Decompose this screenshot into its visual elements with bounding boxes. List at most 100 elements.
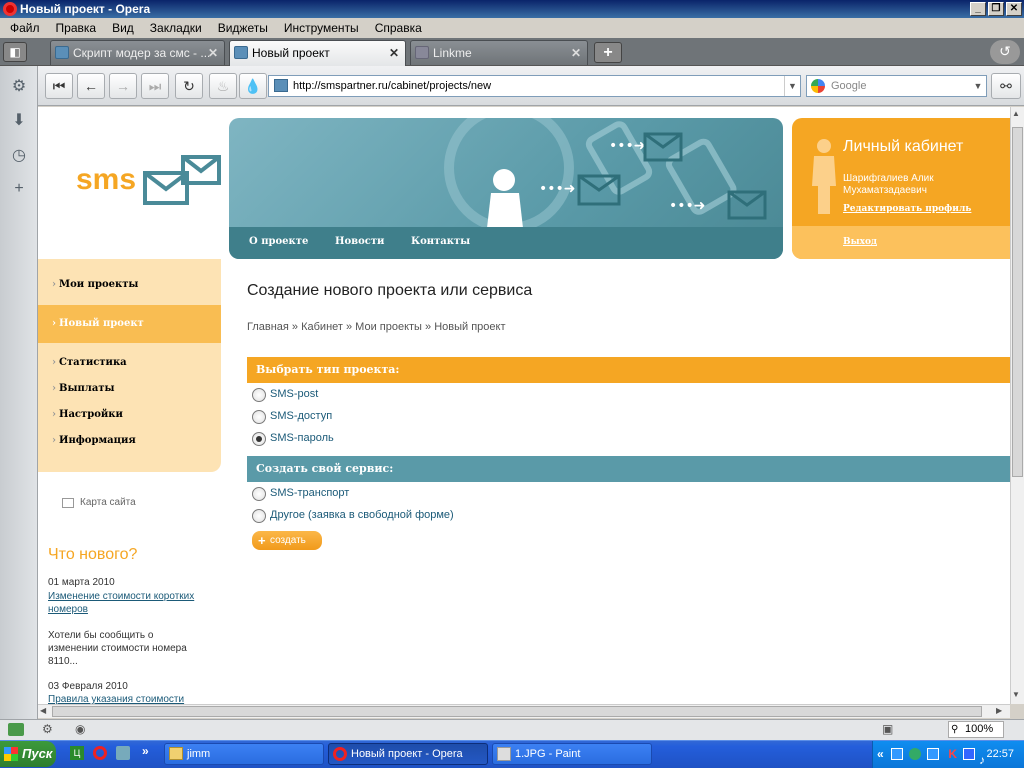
task-opera[interactable]: Новый проект - Opera — [328, 743, 488, 765]
menu-bookmarks[interactable]: Закладки — [142, 21, 210, 35]
opera-quicklaunch-icon[interactable] — [93, 746, 107, 760]
option-label[interactable]: SMS-post — [270, 388, 318, 400]
svg-text:•••➜: •••➜ — [669, 198, 706, 214]
forward-icon[interactable]: → — [109, 73, 137, 99]
tray-app-icon[interactable] — [909, 748, 921, 760]
menu-settings[interactable]: Настройки — [38, 402, 221, 428]
menu-edit[interactable]: Правка — [48, 21, 105, 35]
sitemap-link[interactable]: Карта сайта — [80, 497, 136, 508]
close-tab-icon[interactable]: ✕ — [571, 41, 581, 65]
breadcrumb[interactable]: Главная » Кабинет » Мои проекты » Новый … — [247, 321, 505, 333]
settings-gear-icon[interactable]: ⚙ — [6, 74, 32, 100]
option-label[interactable]: Другое (заявка в свободной форме) — [270, 509, 454, 521]
tray-network2-icon[interactable] — [927, 748, 939, 760]
banner-illustration: •••➜ •••➜ •••➜ — [444, 118, 767, 228]
unite-icon[interactable]: ⚙ — [42, 722, 53, 736]
zoom-control[interactable]: ⚲ 100% — [948, 721, 1004, 738]
scroll-right-icon[interactable]: ▶ — [996, 706, 1002, 715]
rewind-icon[interactable]: ⏮ — [45, 73, 73, 99]
page-content: sms partner •••➜ •••➜ •••➜ О проекте Нов… — [38, 107, 1010, 704]
horizontal-scrollbar[interactable]: ◀ ▶ — [38, 704, 1010, 718]
start-button[interactable]: Пуск — [0, 741, 56, 767]
quicklaunch-more-icon[interactable]: » — [142, 744, 149, 758]
network-icon[interactable]: ◉ — [75, 722, 85, 736]
user-silhouette-icon — [812, 139, 836, 214]
news-link[interactable]: Изменение стоимости коротких номеров — [48, 590, 218, 616]
menu-statistics[interactable]: Статистика — [38, 350, 221, 376]
quicklaunch-icon[interactable]: Ц — [70, 746, 84, 760]
minimize-button[interactable]: _ — [970, 2, 986, 16]
close-tab-icon[interactable]: ✕ — [208, 41, 218, 65]
turbo-icon[interactable] — [8, 723, 24, 736]
menu-payouts[interactable]: Выплаты — [38, 376, 221, 402]
task-jimm[interactable]: jimm — [164, 743, 324, 765]
new-tab-button[interactable]: + — [594, 42, 622, 63]
menu-view[interactable]: Вид — [104, 21, 142, 35]
address-dropdown-icon[interactable]: ▼ — [784, 76, 800, 96]
logout-link[interactable]: Выход — [843, 237, 877, 247]
menu-new-project[interactable]: Новый проект — [38, 305, 221, 343]
tray-expand-icon[interactable]: « — [877, 741, 884, 767]
menu-information[interactable]: Информация — [38, 428, 221, 454]
task-label: Новый проект - Opera — [351, 748, 463, 760]
fast-forward-icon[interactable]: ⏭ — [141, 73, 169, 99]
option-label[interactable]: SMS-транспорт — [270, 487, 349, 499]
tab-script[interactable]: Скрипт модер за смс - ... ✕ — [50, 40, 225, 65]
close-window-button[interactable]: ✕ — [1006, 2, 1022, 16]
envelope-logo-icon — [143, 155, 221, 205]
menu-my-projects[interactable]: Мои проекты — [38, 272, 221, 298]
nav-about-link[interactable]: О проекте — [249, 236, 308, 247]
nav-news-link[interactable]: Новости — [335, 236, 384, 247]
option-label[interactable]: SMS-пароль — [270, 432, 334, 444]
search-dropdown-icon[interactable]: ▼ — [970, 76, 986, 96]
view-icon[interactable]: ▣ — [882, 722, 893, 736]
menu-tools[interactable]: Инструменты — [276, 21, 367, 35]
user-name-line1: Шарифгалиев Алик — [843, 173, 934, 184]
tab-linkme[interactable]: Linkme ✕ — [410, 40, 588, 65]
create-button[interactable]: + создать — [252, 531, 322, 550]
history-clock-icon[interactable]: ◷ — [6, 143, 32, 169]
scroll-up-icon[interactable]: ▲ — [1012, 109, 1020, 118]
edit-profile-link[interactable]: Редактировать профиль — [843, 204, 971, 214]
scroll-thumb[interactable] — [1012, 127, 1023, 477]
reload-icon[interactable]: ↻ — [175, 73, 203, 99]
tab-new-project[interactable]: Новый проект ✕ — [229, 40, 406, 66]
cabinet-footer: Выход — [792, 226, 1010, 259]
side-panel: ⚙ ⬇ ◷ + — [0, 66, 38, 720]
tab-panel-icon[interactable]: ◧ — [3, 42, 27, 62]
nav-contacts-link[interactable]: Контакты — [411, 236, 470, 247]
search-field[interactable]: Google ▼ — [806, 75, 987, 97]
vertical-scrollbar[interactable]: ▲ ▼ — [1010, 107, 1024, 704]
volume-icon[interactable]: ♪ — [979, 747, 985, 768]
option-label[interactable]: SMS-доступ — [270, 410, 332, 422]
address-field[interactable]: http://smspartner.ru/cabinet/projects/ne… — [268, 75, 801, 97]
radio-sms-post[interactable] — [252, 388, 266, 402]
create-button-label: создать — [270, 535, 306, 546]
menu-widgets[interactable]: Виджеты — [210, 21, 276, 35]
kaspersky-icon[interactable]: K — [945, 747, 957, 761]
menu-file[interactable]: Файл — [2, 21, 48, 35]
binoculars-icon[interactable]: ⚯ — [991, 73, 1021, 99]
downloads-icon[interactable]: ⬇ — [6, 108, 32, 134]
window-title-bar: Новый проект - Opera _ ❐ ✕ — [0, 0, 1024, 18]
tray-display-icon[interactable] — [963, 748, 975, 760]
menu-help[interactable]: Справка — [367, 21, 430, 35]
news-link[interactable]: Правила указания стоимости — [48, 694, 218, 704]
network-tray-icon[interactable] — [891, 748, 903, 760]
wand-icon[interactable]: ♨ — [209, 73, 237, 99]
radio-sms-access[interactable] — [252, 410, 266, 424]
radio-sms-transport[interactable] — [252, 487, 266, 501]
close-tab-icon[interactable]: ✕ — [389, 41, 399, 65]
task-paint[interactable]: 1.JPG - Paint — [492, 743, 652, 765]
add-panel-icon[interactable]: + — [6, 176, 32, 202]
scroll-left-icon[interactable]: ◀ — [40, 706, 46, 715]
hscroll-thumb[interactable] — [52, 706, 982, 717]
explorer-quicklaunch-icon[interactable] — [116, 746, 130, 760]
opera-link-icon[interactable]: 💧 — [239, 73, 267, 99]
trash-closed-tabs-icon[interactable]: ↺ — [990, 40, 1020, 64]
scroll-down-icon[interactable]: ▼ — [1012, 690, 1020, 699]
back-icon[interactable]: ← — [77, 73, 105, 99]
maximize-button[interactable]: ❐ — [988, 2, 1004, 16]
radio-sms-password[interactable] — [252, 432, 266, 446]
radio-other[interactable] — [252, 509, 266, 523]
